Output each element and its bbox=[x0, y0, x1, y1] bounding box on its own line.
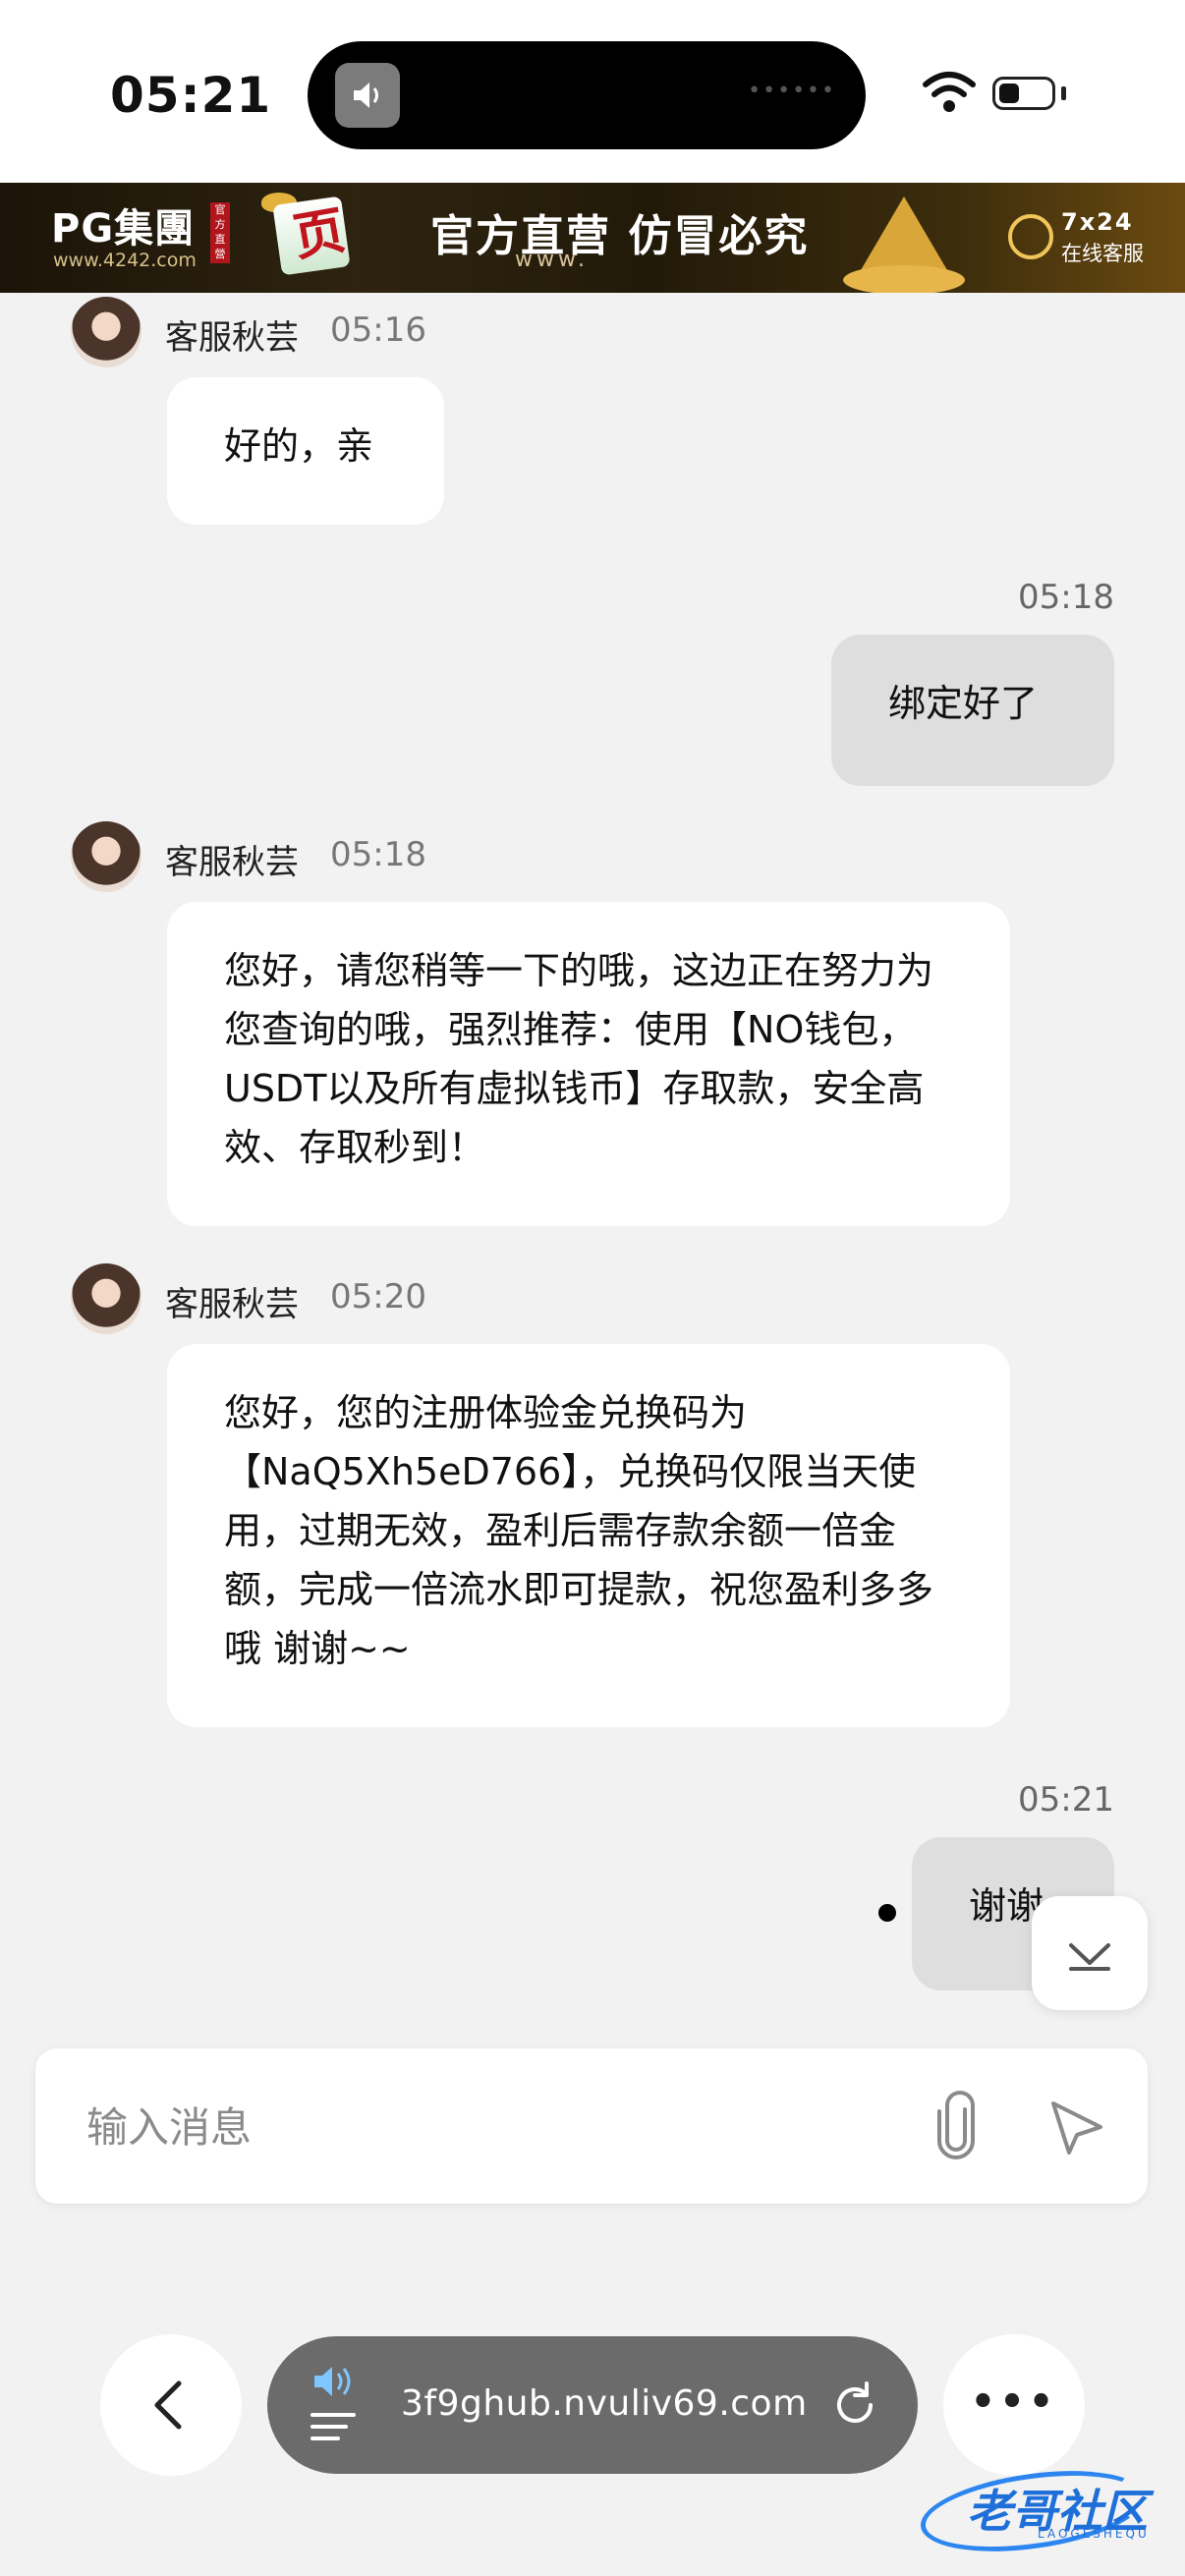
island-dots: •••••• bbox=[748, 79, 836, 103]
battery-icon bbox=[992, 77, 1055, 110]
sender-name: 客服秋芸 bbox=[165, 318, 299, 358]
speaker-icon bbox=[335, 63, 400, 128]
more-icon: ••• bbox=[970, 2380, 1058, 2425]
speaker-icon[interactable] bbox=[309, 2366, 367, 2442]
avatar[interactable] bbox=[71, 297, 141, 367]
message-time: 05:18 bbox=[1018, 578, 1114, 617]
banner-title: 官方直营 仿冒必究 bbox=[430, 211, 810, 261]
chevron-down-icon bbox=[1069, 1943, 1110, 1971]
status-time: 05:21 bbox=[110, 67, 272, 124]
watermark-logo: 老哥社区 LAOGESHEQU bbox=[915, 2458, 1175, 2564]
message-bubble-outgoing[interactable]: 绑定好了 bbox=[831, 635, 1114, 786]
battery-tip bbox=[1061, 86, 1066, 100]
banner-logo: PG集團 bbox=[51, 206, 196, 252]
paperclip-icon[interactable] bbox=[922, 2090, 990, 2162]
message-time: 05:18 bbox=[330, 835, 426, 874]
wifi-icon bbox=[923, 72, 976, 112]
sender-name: 客服秋芸 bbox=[165, 843, 299, 882]
more-button[interactable]: ••• bbox=[943, 2334, 1085, 2476]
banner-cs-label: 在线客服 bbox=[1061, 242, 1144, 265]
message-bubble-incoming[interactable]: 您好，您的注册体验金兑换码为【NaQ5Xh5eD766】，兑换码仅限当天使用，过… bbox=[167, 1344, 1010, 1727]
avatar[interactable] bbox=[71, 821, 141, 892]
banner-logo-url: www.4242.com bbox=[53, 250, 197, 271]
reload-icon[interactable] bbox=[825, 2376, 884, 2435]
promo-banner[interactable]: PG集團 www.4242.com 官方直營 ⻚ 官方直营 仿冒必究 www. … bbox=[0, 183, 1185, 293]
banner-logo-tag: 官方直營 bbox=[210, 202, 230, 263]
back-chevron-icon bbox=[154, 2380, 182, 2430]
banner-www: www. bbox=[515, 248, 589, 272]
message-time: 05:21 bbox=[1018, 1780, 1114, 1820]
customer-service-icon bbox=[1008, 214, 1053, 259]
message-composer bbox=[35, 2048, 1148, 2204]
send-icon[interactable] bbox=[1042, 2092, 1110, 2160]
dynamic-island: •••••• bbox=[308, 41, 866, 149]
browser-toolbar: 3f9ghub.nvuliv69.com ••• 老哥社区 LAOGESHEQU bbox=[0, 2285, 1185, 2576]
address-bar[interactable]: 3f9ghub.nvuliv69.com bbox=[267, 2336, 918, 2474]
url-text: 3f9ghub.nvuliv69.com bbox=[401, 2383, 808, 2424]
sender-name: 客服秋芸 bbox=[165, 1285, 299, 1324]
scroll-to-bottom-button[interactable] bbox=[1032, 1896, 1148, 2010]
banner-cs-hours: 7x24 bbox=[1061, 208, 1134, 236]
message-bubble-incoming[interactable]: 好的，亲 bbox=[167, 377, 444, 525]
message-bubble-incoming[interactable]: 您好，请您稍等一下的哦，这边正在努力为您查询的哦，强烈推荐：使用【NO钱包，US… bbox=[167, 902, 1010, 1226]
back-button[interactable] bbox=[100, 2334, 242, 2476]
sending-indicator bbox=[878, 1904, 896, 1922]
status-bar: 05:21 •••••• bbox=[0, 0, 1185, 183]
message-input[interactable] bbox=[85, 2092, 875, 2162]
message-time: 05:20 bbox=[330, 1277, 426, 1316]
avatar[interactable] bbox=[71, 1263, 141, 1334]
message-time: 05:16 bbox=[330, 310, 426, 350]
treasure-base-icon bbox=[843, 265, 965, 293]
watermark-sub: LAOGESHEQU bbox=[1038, 2527, 1150, 2541]
